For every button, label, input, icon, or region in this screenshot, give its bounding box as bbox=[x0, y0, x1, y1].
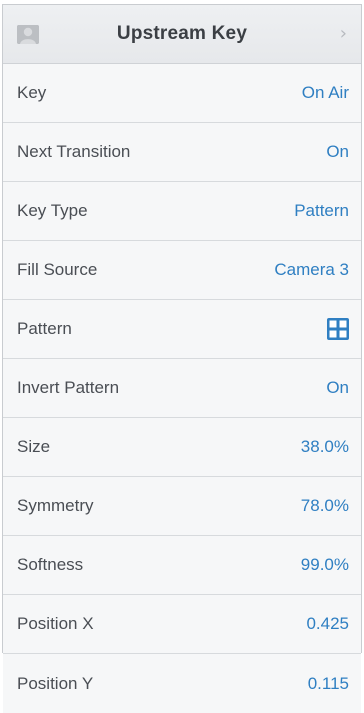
row-label: Key Type bbox=[17, 201, 88, 220]
upstream-key-panel: Upstream Key › Key On Air Next Transitio… bbox=[2, 4, 362, 713]
row-value[interactable]: On bbox=[326, 378, 349, 398]
row-label: Symmetry bbox=[17, 496, 94, 515]
row-invert-pattern[interactable]: Invert Pattern On bbox=[3, 359, 361, 418]
row-label: Invert Pattern bbox=[17, 378, 120, 397]
row-symmetry[interactable]: Symmetry 78.0% bbox=[3, 477, 361, 536]
row-label: Position X bbox=[17, 614, 94, 633]
row-position-x[interactable]: Position X 0.425 bbox=[3, 595, 361, 654]
cross-pattern-icon[interactable] bbox=[327, 318, 349, 340]
panel-title: Upstream Key bbox=[116, 23, 248, 44]
chevron-right-icon[interactable]: › bbox=[340, 23, 347, 45]
row-key-type[interactable]: Key Type Pattern bbox=[3, 182, 361, 241]
row-label: Key bbox=[17, 83, 47, 102]
row-pattern[interactable]: Pattern bbox=[3, 300, 361, 359]
row-value[interactable]: 0.425 bbox=[306, 614, 349, 634]
panel-header[interactable]: Upstream Key › bbox=[3, 5, 361, 64]
row-label: Pattern bbox=[17, 319, 72, 338]
row-value[interactable]: 38.0% bbox=[301, 437, 349, 457]
row-value[interactable]: On bbox=[326, 142, 349, 162]
row-label: Softness bbox=[17, 555, 84, 574]
row-value[interactable]: 99.0% bbox=[301, 555, 349, 575]
row-value[interactable]: Camera 3 bbox=[274, 260, 349, 280]
row-label: Position Y bbox=[17, 673, 94, 693]
row-value[interactable]: 78.0% bbox=[301, 496, 349, 516]
row-next-transition[interactable]: Next Transition On bbox=[3, 123, 361, 182]
row-fill-source[interactable]: Fill Source Camera 3 bbox=[3, 241, 361, 300]
row-label: Size bbox=[17, 437, 51, 456]
row-value[interactable]: On Air bbox=[302, 83, 349, 103]
row-label: Next Transition bbox=[17, 142, 131, 161]
row-value[interactable]: 0.115 bbox=[308, 674, 349, 694]
row-label: Fill Source bbox=[17, 260, 98, 279]
row-size[interactable]: Size 38.0% bbox=[3, 418, 361, 477]
row-position-y[interactable]: Position Y 0.115 bbox=[3, 654, 361, 713]
row-softness[interactable]: Softness 99.0% bbox=[3, 536, 361, 595]
row-key[interactable]: Key On Air bbox=[3, 64, 361, 123]
row-value[interactable]: Pattern bbox=[294, 201, 349, 221]
